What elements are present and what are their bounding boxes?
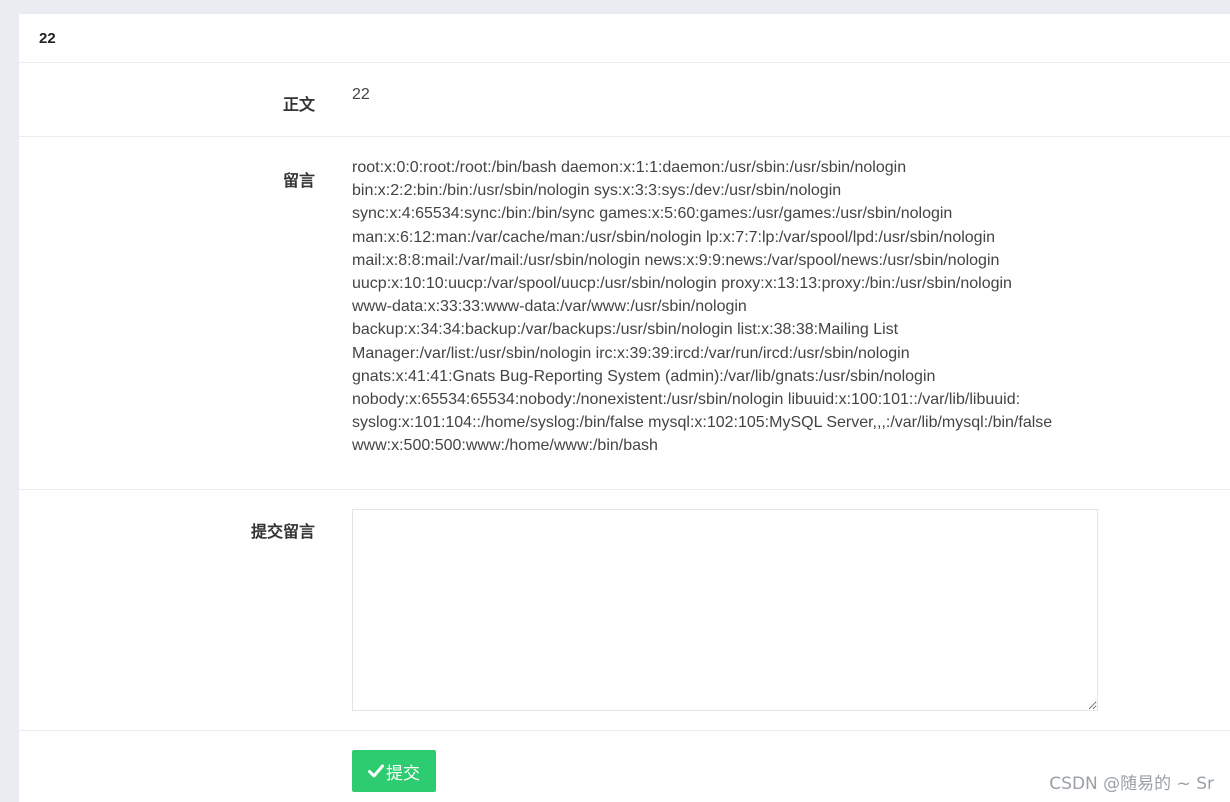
submit-label: 提交 xyxy=(386,763,420,784)
submit-message-row: 提交留言 xyxy=(19,490,1230,731)
message-line: syslog:x:101:104::/home/syslog:/bin/fals… xyxy=(352,414,1053,432)
body-row: 正文 22 xyxy=(19,63,1230,137)
message-line: root:x:0:0:root:/root:/bin/bash daemon:x… xyxy=(352,159,907,176)
message-textarea[interactable] xyxy=(352,509,1098,711)
check-icon xyxy=(368,764,384,778)
message-line: sync:x:4:65534:sync:/bin:/bin/sync games… xyxy=(352,205,953,223)
body-label: 正文 xyxy=(282,97,315,114)
body-value: 22 xyxy=(352,86,370,103)
message-line: bin:x:2:2:bin:/bin:/usr/sbin/nologin sys… xyxy=(352,182,842,200)
message-content: root:x:0:0:root:/root:/bin/bash daemon:x… xyxy=(352,156,1112,458)
message-panel: 22 正文 22 留言 root:x:0:0:root:/root:/bin/b… xyxy=(19,14,1230,802)
message-line: www-data:x:33:33:www-data:/var/www:/usr/… xyxy=(352,298,747,316)
csdn-watermark: CSDN @随易的 ~ Sr xyxy=(1049,774,1214,794)
message-line: mail:x:8:8:mail:/var/mail:/usr/sbin/nolo… xyxy=(352,251,1000,269)
message-line: man:x:6:12:man:/var/cache/man:/usr/sbin/… xyxy=(352,228,996,246)
submit-message-label: 提交留言 xyxy=(250,524,315,541)
message-line: gnats:x:41:41:Gnats Bug-Reporting System… xyxy=(352,367,936,385)
message-line: Manager:/var/list:/usr/sbin/nologin irc:… xyxy=(352,344,910,362)
message-line: www:x:500:500:www:/home/www:/bin/bash xyxy=(352,437,658,455)
submit-button[interactable]: 提交 xyxy=(352,750,436,792)
message-line: backup:x:34:34:backup:/var/backups:/usr/… xyxy=(352,321,899,339)
message-line: nobody:x:65534:65534:nobody:/nonexistent… xyxy=(352,391,1021,409)
message-line: uucp:x:10:10:uucp:/var/spool/uucp:/usr/s… xyxy=(352,275,1012,293)
message-row: 留言 root:x:0:0:root:/root:/bin/bash daemo… xyxy=(19,137,1230,490)
panel-title: 22 xyxy=(19,14,1230,63)
message-label: 留言 xyxy=(282,173,315,190)
